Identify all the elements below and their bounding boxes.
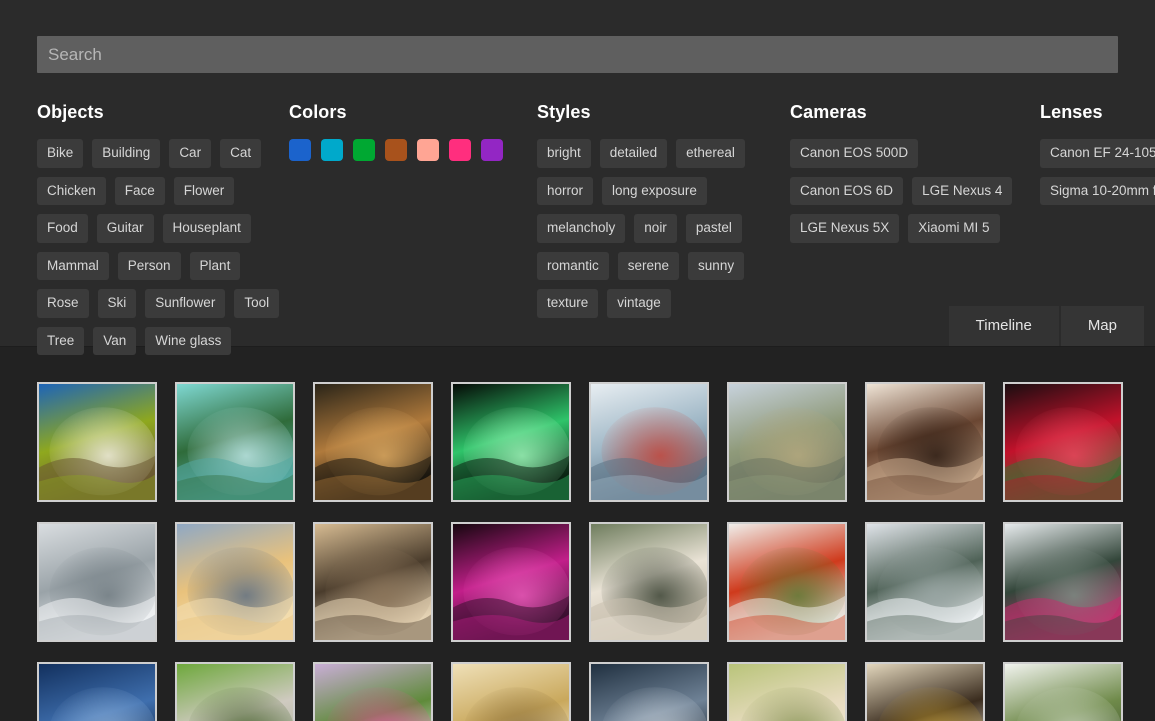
filter-chip[interactable]: Guitar	[97, 214, 154, 243]
filter-chip[interactable]: Chicken	[37, 177, 106, 206]
filter-chip[interactable]: horror	[537, 177, 593, 206]
facet-title-colors: Colors	[289, 102, 537, 123]
photo-thumbnail[interactable]	[451, 522, 571, 642]
photo-thumbnail[interactable]	[37, 522, 157, 642]
filter-chip[interactable]: Canon EOS 6D	[790, 177, 903, 206]
filter-chip[interactable]: Food	[37, 214, 88, 243]
filter-chip[interactable]: detailed	[600, 139, 667, 168]
search-input[interactable]	[37, 36, 1118, 73]
photo-thumbnail[interactable]	[865, 662, 985, 721]
filter-chip[interactable]: Houseplant	[163, 214, 251, 243]
photo-thumbnail[interactable]	[313, 522, 433, 642]
facet-title-lenses: Lenses	[1040, 102, 1155, 123]
photo-thumbnail[interactable]	[175, 382, 295, 502]
filter-chip[interactable]: Van	[93, 327, 136, 356]
filter-chip[interactable]: Car	[169, 139, 211, 168]
photo-library-app: Objects Bike Building Car Cat Chicken Face Flow…	[0, 0, 1155, 721]
photo-thumbnail[interactable]	[865, 382, 985, 502]
filter-chip[interactable]: serene	[618, 252, 679, 281]
color-swatch-purple[interactable]	[481, 139, 503, 161]
facet-title-cameras: Cameras	[790, 102, 1040, 123]
photo-thumbnail[interactable]	[37, 662, 157, 721]
filter-chip[interactable]: long exposure	[602, 177, 707, 206]
filter-chip[interactable]: Person	[118, 252, 181, 281]
filter-chip[interactable]: sunny	[688, 252, 744, 281]
filter-panel: Objects Bike Building Car Cat Chicken Face Flow…	[0, 0, 1155, 347]
filter-chip[interactable]: Tree	[37, 327, 84, 356]
filter-chip[interactable]: ethereal	[676, 139, 745, 168]
filter-chip[interactable]: pastel	[686, 214, 742, 243]
filter-chip[interactable]: Building	[92, 139, 160, 168]
view-tabs: TimelineMap	[949, 306, 1144, 346]
chip-list-objects: Bike Building Car Cat Chicken Face Flower Food G…	[37, 139, 289, 355]
photo-thumbnail[interactable]	[589, 522, 709, 642]
filter-chip[interactable]: romantic	[537, 252, 609, 281]
filter-chip[interactable]: Xiaomi MI 5	[908, 214, 999, 243]
photo-thumbnail[interactable]	[865, 522, 985, 642]
color-swatch-blue[interactable]	[289, 139, 311, 161]
chip-list-styles: bright detailed ethereal horror long exposur…	[537, 139, 790, 318]
photo-grid-region[interactable]	[0, 347, 1155, 721]
photo-thumbnail[interactable]	[1003, 382, 1123, 502]
filter-chip[interactable]: Bike	[37, 139, 83, 168]
filter-chip[interactable]: Tool	[234, 289, 279, 318]
facet-colors: Colors	[289, 102, 537, 355]
filter-chip[interactable]: Sigma 10-20mm f/4-5.6	[1040, 177, 1155, 206]
photo-thumbnail[interactable]	[1003, 662, 1123, 721]
filter-chip[interactable]: melancholy	[537, 214, 625, 243]
photo-thumbnail[interactable]	[175, 522, 295, 642]
filter-chip[interactable]: texture	[537, 289, 598, 318]
chip-list-lenses: Canon EF 24-105mm f/4L IS USM Sigma 10-20…	[1040, 139, 1155, 205]
facet-title-objects: Objects	[37, 102, 289, 123]
filter-chip[interactable]: Plant	[190, 252, 241, 281]
filter-chip[interactable]: Ski	[98, 289, 137, 318]
photo-grid	[37, 382, 1137, 721]
search-bar	[0, 0, 1155, 73]
photo-thumbnail[interactable]	[727, 522, 847, 642]
photo-thumbnail[interactable]	[37, 382, 157, 502]
chip-list-cameras: Canon EOS 500D Canon EOS 6D LGE Nexus 4 LGE…	[790, 139, 1040, 243]
color-swatch-cyan[interactable]	[321, 139, 343, 161]
filter-chip[interactable]: bright	[537, 139, 591, 168]
filter-chip[interactable]: LGE Nexus 5X	[790, 214, 899, 243]
facet-title-styles: Styles	[537, 102, 790, 123]
filter-chip[interactable]: Wine glass	[145, 327, 231, 356]
photo-thumbnail[interactable]	[727, 662, 847, 721]
facet-styles: Styles bright detailed ethereal horror long e…	[537, 102, 790, 355]
photo-thumbnail[interactable]	[589, 382, 709, 502]
filter-chip[interactable]: Cat	[220, 139, 261, 168]
filter-chip[interactable]: noir	[634, 214, 677, 243]
filter-chip[interactable]: Rose	[37, 289, 89, 318]
photo-thumbnail[interactable]	[589, 662, 709, 721]
filter-chip[interactable]: Canon EF 24-105mm f/4L IS USM	[1040, 139, 1155, 168]
color-swatch-brown[interactable]	[385, 139, 407, 161]
tab-map[interactable]: Map	[1061, 306, 1144, 346]
photo-thumbnail[interactable]	[313, 382, 433, 502]
filter-chip[interactable]: Flower	[174, 177, 235, 206]
color-swatch-pink[interactable]	[449, 139, 471, 161]
photo-thumbnail[interactable]	[175, 662, 295, 721]
filter-chip[interactable]: Canon EOS 500D	[790, 139, 918, 168]
color-swatch-salmon[interactable]	[417, 139, 439, 161]
tab-timeline[interactable]: Timeline	[949, 306, 1059, 346]
filter-chip[interactable]: Face	[115, 177, 165, 206]
photo-thumbnail[interactable]	[1003, 522, 1123, 642]
filter-chip[interactable]: LGE Nexus 4	[912, 177, 1012, 206]
color-swatch-green[interactable]	[353, 139, 375, 161]
photo-thumbnail[interactable]	[313, 662, 433, 721]
filter-chip[interactable]: Mammal	[37, 252, 109, 281]
photo-thumbnail[interactable]	[451, 662, 571, 721]
color-swatch-list	[289, 139, 537, 161]
photo-thumbnail[interactable]	[727, 382, 847, 502]
photo-thumbnail[interactable]	[451, 382, 571, 502]
filter-chip[interactable]: Sunflower	[145, 289, 225, 318]
facet-objects: Objects Bike Building Car Cat Chicken Face Flow…	[37, 102, 289, 355]
filter-chip[interactable]: vintage	[607, 289, 671, 318]
